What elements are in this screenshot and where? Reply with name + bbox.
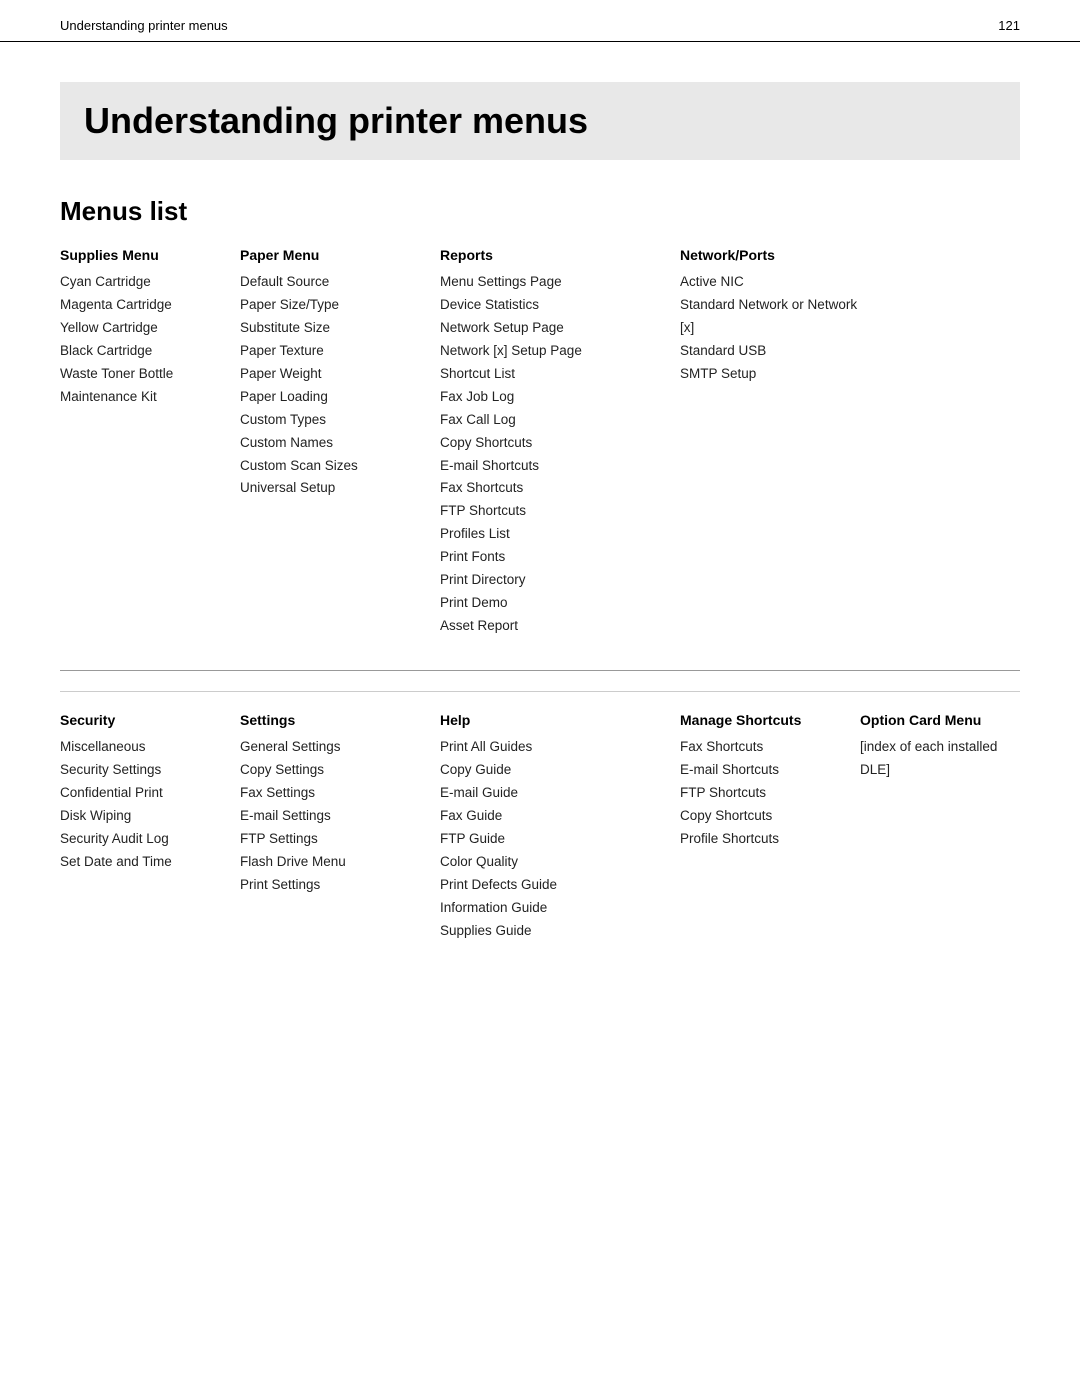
menu-col-option-card-menu: Option Card Menu [index of each installed…: [860, 712, 1020, 942]
menu-item: FTP Shortcuts: [680, 782, 840, 805]
menu-col-security-menu: Security MiscellaneousSecurity SettingsCo…: [60, 712, 240, 942]
menu-item: Substitute Size: [240, 317, 420, 340]
main-page-title: Understanding printer menus: [60, 82, 1020, 160]
menu-item: E-mail Guide: [440, 782, 660, 805]
menu-col-manage-shortcuts-menu: Manage Shortcuts Fax ShortcutsE-mail Shor…: [680, 712, 860, 942]
menu-item: Active NIC: [680, 271, 860, 294]
menu-item: Security Audit Log: [60, 828, 220, 851]
menu-item: Custom Names: [240, 432, 420, 455]
menu-item: Fax Shortcuts: [440, 477, 660, 500]
menu-header-option-card-menu: Option Card Menu: [860, 712, 1000, 728]
menu-col-paper-menu: Paper Menu Default SourcePaper Size/TypeS…: [240, 247, 440, 638]
menu-item: Device Statistics: [440, 294, 660, 317]
menu-item: Paper Size/Type: [240, 294, 420, 317]
menu-item: Supplies Guide: [440, 920, 660, 943]
menu-header-manage-shortcuts-menu: Manage Shortcuts: [680, 712, 840, 728]
menu-item: General Settings: [240, 736, 420, 759]
menu-item: Security Settings: [60, 759, 220, 782]
menu-header-help-menu: Help: [440, 712, 660, 728]
menu-item: Print Directory: [440, 569, 660, 592]
menu-item: Fax Guide: [440, 805, 660, 828]
menu-item: Network [x] Setup Page: [440, 340, 660, 363]
menu-item: Universal Setup: [240, 477, 420, 500]
menu-item: FTP Settings: [240, 828, 420, 851]
menu-item: Custom Scan Sizes: [240, 455, 420, 478]
menu-item: Yellow Cartridge: [60, 317, 220, 340]
menu-item: Print Defects Guide: [440, 874, 660, 897]
menu-item: Set Date and Time: [60, 851, 220, 874]
section-divider: [60, 670, 1020, 671]
menu-col-supplies-menu: Supplies Menu Cyan CartridgeMagenta Cartr…: [60, 247, 240, 638]
menu-item: Paper Texture: [240, 340, 420, 363]
menu-item: Waste Toner Bottle: [60, 363, 220, 386]
menu-item: Black Cartridge: [60, 340, 220, 363]
menu-item: Magenta Cartridge: [60, 294, 220, 317]
menu-item: Paper Loading: [240, 386, 420, 409]
menu-item: Shortcut List: [440, 363, 660, 386]
menu-item: FTP Guide: [440, 828, 660, 851]
menu-item: Copy Settings: [240, 759, 420, 782]
menu-item: Profile Shortcuts: [680, 828, 840, 851]
menu-item: Fax Settings: [240, 782, 420, 805]
menu-header-settings-menu: Settings: [240, 712, 420, 728]
menu-item: Copy Shortcuts: [440, 432, 660, 455]
menu-item: SMTP Setup: [680, 363, 860, 386]
menu-item: Copy Shortcuts: [680, 805, 840, 828]
menu-item: Miscellaneous: [60, 736, 220, 759]
menu-item: Fax Job Log: [440, 386, 660, 409]
top-menus-grid: Supplies Menu Cyan CartridgeMagenta Cartr…: [60, 247, 1020, 638]
header-title: Understanding printer menus: [60, 18, 228, 33]
menu-item: [index of each installed DLE]: [860, 736, 1000, 782]
menu-col-reports-menu: Reports Menu Settings PageDevice Statisti…: [440, 247, 680, 638]
menu-item: Network Setup Page: [440, 317, 660, 340]
section-title: Menus list: [60, 196, 1020, 227]
menu-item: Standard USB: [680, 340, 860, 363]
menu-item: Copy Guide: [440, 759, 660, 782]
menu-item: Print Fonts: [440, 546, 660, 569]
menu-item: Confidential Print: [60, 782, 220, 805]
menu-item: Profiles List: [440, 523, 660, 546]
menu-item: E-mail Shortcuts: [440, 455, 660, 478]
menu-item: E-mail Settings: [240, 805, 420, 828]
menu-item: Standard Network or Network [x]: [680, 294, 860, 340]
menu-header-security-menu: Security: [60, 712, 220, 728]
menu-item: E-mail Shortcuts: [680, 759, 840, 782]
menu-item: Cyan Cartridge: [60, 271, 220, 294]
menu-item: Color Quality: [440, 851, 660, 874]
menu-item: Print Demo: [440, 592, 660, 615]
menu-item: Print All Guides: [440, 736, 660, 759]
menu-col-help-menu: Help Print All GuidesCopy GuideE-mail Gui…: [440, 712, 680, 942]
menu-header-supplies-menu: Supplies Menu: [60, 247, 220, 263]
menu-header-reports-menu: Reports: [440, 247, 660, 263]
menu-col-settings-menu: Settings General SettingsCopy SettingsFax…: [240, 712, 440, 942]
menu-header-paper-menu: Paper Menu: [240, 247, 420, 263]
menu-item: Custom Types: [240, 409, 420, 432]
menu-col-network-ports-menu: Network/Ports Active NICStandard Network …: [680, 247, 880, 638]
menu-item: Paper Weight: [240, 363, 420, 386]
menu-item: Fax Call Log: [440, 409, 660, 432]
menu-item: Information Guide: [440, 897, 660, 920]
menu-item: Menu Settings Page: [440, 271, 660, 294]
menu-item: Flash Drive Menu: [240, 851, 420, 874]
menu-item: Fax Shortcuts: [680, 736, 840, 759]
bottom-menus-grid: SecurityMiscellaneousSecurity SettingsCo…: [60, 691, 1020, 942]
menu-item: Disk Wiping: [60, 805, 220, 828]
page-number: 121: [998, 18, 1020, 33]
menu-item: Asset Report: [440, 615, 660, 638]
menu-item: Maintenance Kit: [60, 386, 220, 409]
menu-item: FTP Shortcuts: [440, 500, 660, 523]
menu-item: Default Source: [240, 271, 420, 294]
menu-item: Print Settings: [240, 874, 420, 897]
menu-header-network-ports-menu: Network/Ports: [680, 247, 860, 263]
